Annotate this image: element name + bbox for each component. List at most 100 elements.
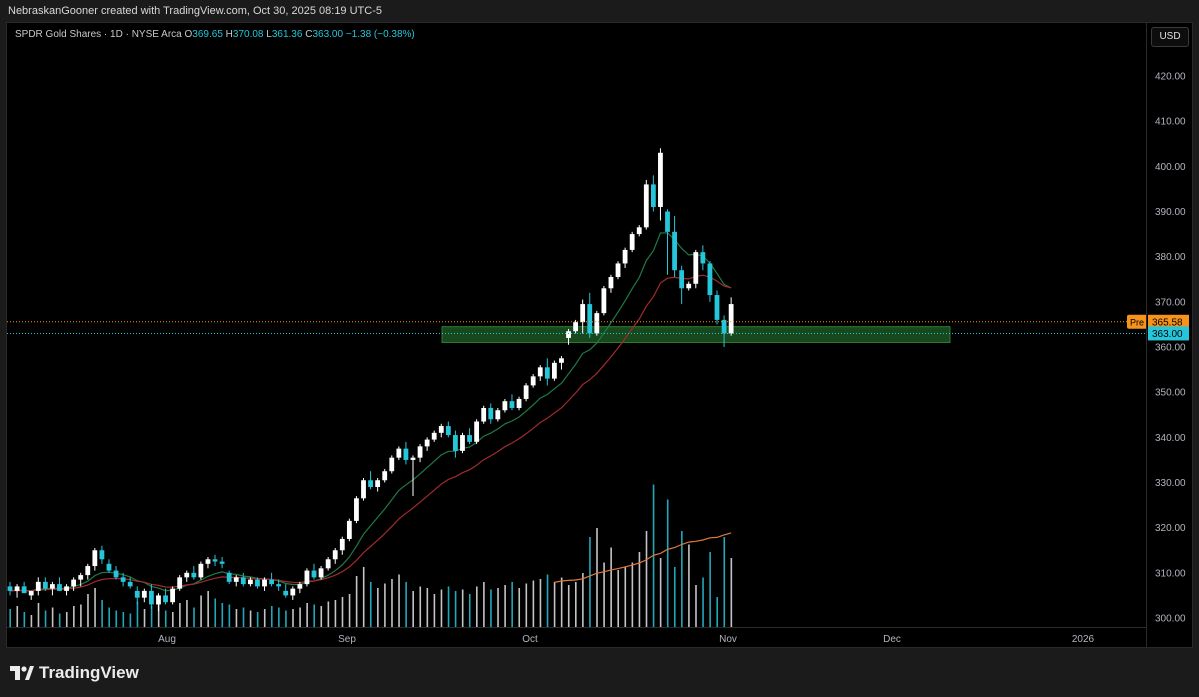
volume-bar bbox=[270, 606, 273, 627]
price-tick-label: 340.00 bbox=[1155, 433, 1186, 444]
candle-body bbox=[566, 331, 571, 338]
volume-bar bbox=[30, 615, 33, 627]
volume-bar bbox=[681, 531, 683, 627]
candle-body bbox=[78, 575, 84, 580]
candle-body bbox=[106, 563, 112, 571]
volume-bar bbox=[143, 609, 146, 627]
volume-bar bbox=[172, 612, 174, 627]
candle-body bbox=[276, 584, 282, 587]
volume-bar bbox=[186, 600, 188, 627]
candle-body bbox=[460, 435, 465, 451]
candle-body bbox=[21, 586, 27, 594]
support-zone bbox=[441, 326, 951, 343]
price-tick-label: 320.00 bbox=[1155, 523, 1186, 534]
fast-moving-average bbox=[9, 232, 732, 592]
tradingview-logo[interactable]: TradingView bbox=[10, 663, 139, 683]
volume-bar bbox=[51, 607, 54, 627]
candle-body bbox=[403, 448, 409, 460]
candle-body bbox=[99, 550, 105, 560]
volume-bar bbox=[94, 588, 96, 627]
volume-bar bbox=[454, 591, 457, 627]
volume-bar bbox=[412, 591, 414, 627]
volume-bar bbox=[278, 607, 280, 627]
volume-bar bbox=[108, 607, 110, 627]
candle-body bbox=[191, 572, 197, 578]
price-chart-canvas[interactable]: 300.00 310.00 320.00 330.00 340.00 350.00 360.… bbox=[7, 23, 1192, 647]
candle-body bbox=[665, 211, 670, 232]
candle-body bbox=[530, 376, 536, 386]
volume-bar bbox=[200, 595, 202, 627]
volume-bar bbox=[80, 604, 82, 627]
volume-bar bbox=[9, 609, 11, 627]
volume-bar bbox=[44, 610, 47, 627]
candle-body bbox=[580, 304, 586, 323]
slow-moving-average bbox=[9, 274, 732, 592]
candle-body bbox=[290, 588, 296, 596]
volume-bar bbox=[695, 585, 697, 627]
volume-bar bbox=[723, 537, 726, 627]
candle-body bbox=[255, 579, 260, 587]
tradingview-logo-icon bbox=[10, 666, 34, 680]
price-tick-label: 380.00 bbox=[1155, 252, 1186, 263]
candle-body bbox=[368, 480, 373, 488]
volume-bar bbox=[164, 610, 167, 627]
candle-body bbox=[516, 398, 522, 408]
volume-bar bbox=[65, 612, 68, 627]
price-tick-label: 410.00 bbox=[1155, 117, 1186, 128]
volume-bar bbox=[716, 597, 718, 627]
candle-body bbox=[205, 559, 211, 564]
volume-bar bbox=[525, 583, 528, 627]
candle-body bbox=[453, 435, 458, 451]
volume-bar bbox=[391, 579, 393, 627]
volume-bar bbox=[497, 588, 499, 627]
volume-bar bbox=[221, 603, 224, 627]
candle-body bbox=[502, 401, 508, 411]
candle-body bbox=[410, 457, 416, 460]
candle-body bbox=[445, 426, 451, 436]
volume-bar bbox=[730, 558, 733, 627]
price-tick-label: 400.00 bbox=[1155, 162, 1186, 173]
candle-body bbox=[163, 595, 168, 603]
volume-bar bbox=[313, 604, 316, 627]
candle-body bbox=[467, 435, 472, 442]
candle-body bbox=[594, 313, 600, 334]
volume-bar bbox=[617, 570, 620, 627]
candle-body bbox=[523, 385, 529, 399]
candle-body bbox=[693, 252, 699, 284]
candle-body bbox=[14, 586, 20, 591]
attribution-text: NebraskanGooner created with TradingView… bbox=[8, 5, 382, 17]
time-tick-label: Nov bbox=[719, 634, 737, 645]
volume-bar bbox=[16, 606, 19, 627]
candle-body bbox=[700, 252, 706, 264]
candle-body bbox=[233, 577, 239, 582]
volume-bar bbox=[179, 603, 181, 627]
volume-bar bbox=[306, 603, 308, 627]
volume-bar bbox=[129, 613, 132, 627]
candle-body bbox=[375, 480, 381, 488]
volume-bar bbox=[122, 612, 125, 627]
volume-bar bbox=[433, 594, 436, 627]
volume-bar bbox=[299, 607, 301, 627]
volume-bar bbox=[426, 588, 429, 627]
volume-bar bbox=[476, 586, 478, 627]
volume-bar bbox=[596, 528, 598, 627]
candle-body bbox=[544, 367, 550, 379]
premarket-tag-label: Pre bbox=[1130, 317, 1144, 327]
candle-body bbox=[438, 426, 444, 433]
candle-body bbox=[156, 595, 161, 605]
candle-body bbox=[184, 572, 190, 578]
price-tick-label: 360.00 bbox=[1155, 343, 1186, 354]
volume-bar bbox=[532, 580, 535, 627]
volume-bar bbox=[73, 606, 75, 627]
volume-bar bbox=[610, 547, 612, 627]
candle-body bbox=[304, 570, 310, 585]
volume-bar bbox=[511, 582, 513, 627]
volume-moving-average bbox=[554, 532, 732, 583]
candle-body bbox=[85, 566, 91, 576]
candle-body bbox=[127, 581, 133, 587]
candle-body bbox=[728, 304, 734, 334]
volume-bar bbox=[214, 598, 217, 627]
candle-body bbox=[481, 407, 487, 422]
candle-body bbox=[417, 446, 423, 458]
chart-pane[interactable]: SPDR Gold Shares · 1D · NYSE Arca O369.6… bbox=[6, 22, 1193, 649]
